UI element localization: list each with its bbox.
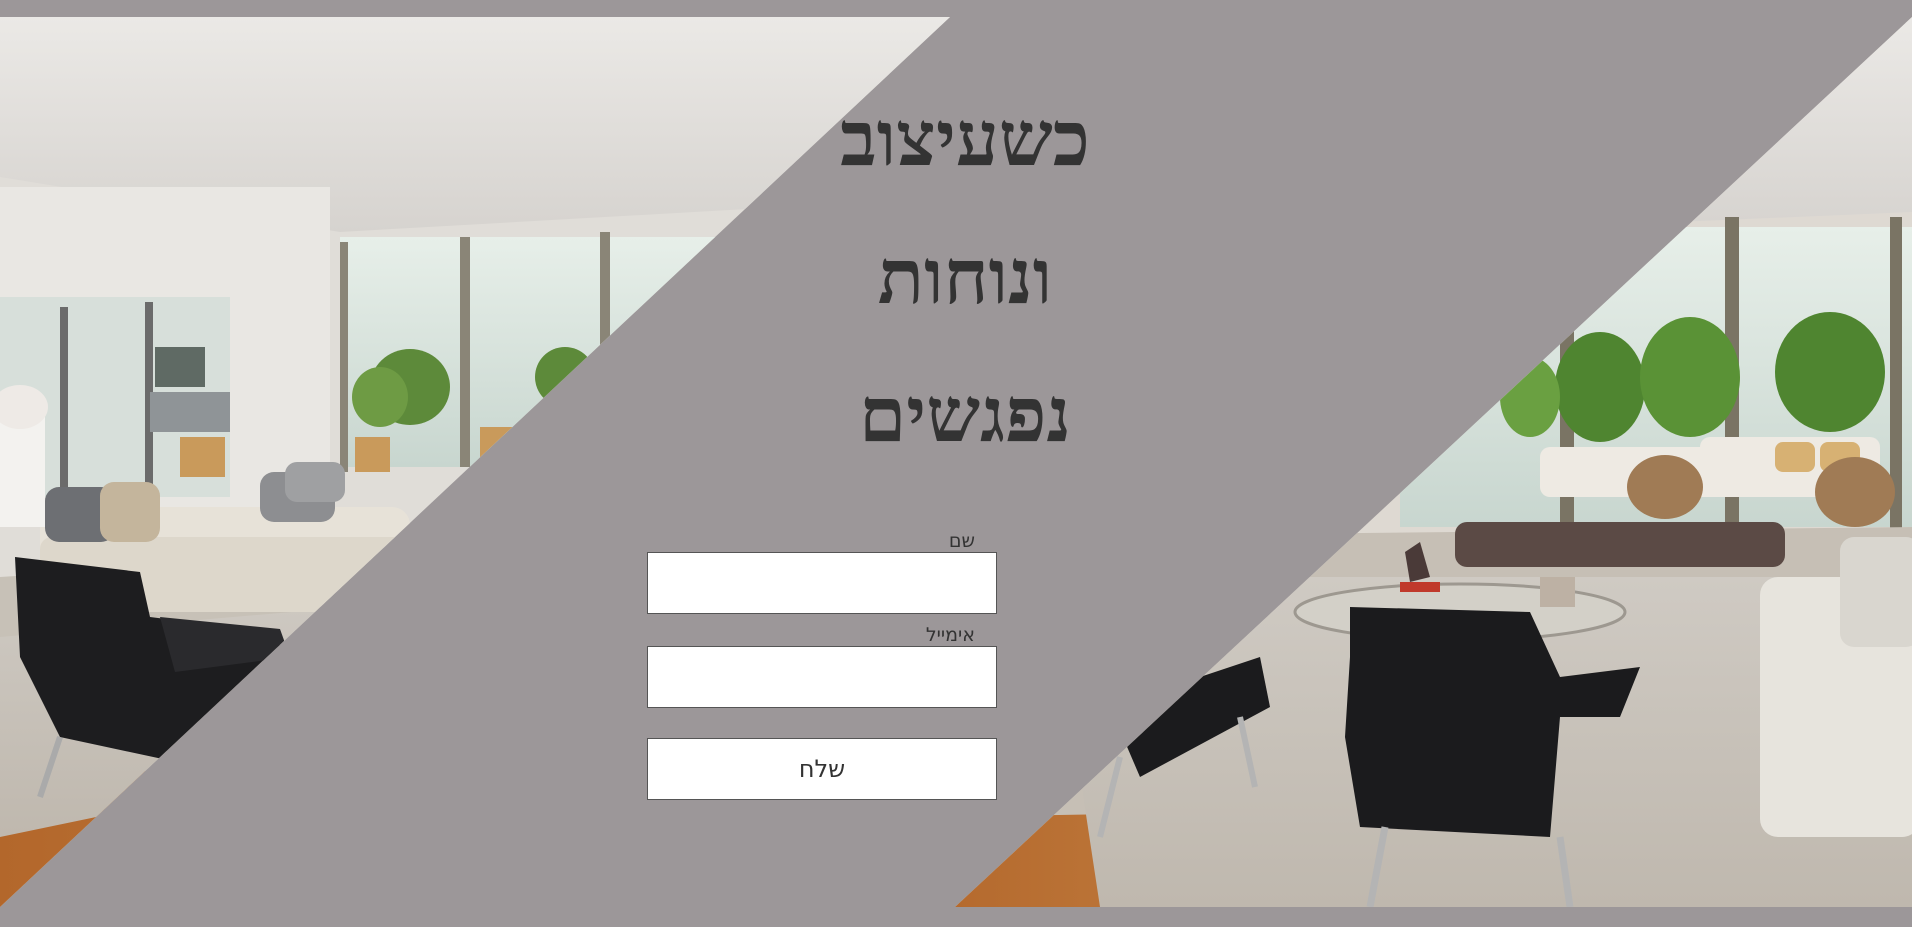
email-field[interactable]	[647, 646, 997, 708]
name-field[interactable]	[647, 552, 997, 614]
page-title: כשעיצוב ונוחות נפגשים	[840, 94, 1090, 459]
page: כשעיצוב ונוחות נפגשים שם אימייל שלח	[0, 0, 1912, 927]
submit-button[interactable]: שלח	[647, 738, 997, 800]
contact-form: שם אימייל שלח	[647, 530, 997, 800]
name-label: שם	[948, 530, 975, 552]
email-label: אימייל	[925, 624, 975, 646]
